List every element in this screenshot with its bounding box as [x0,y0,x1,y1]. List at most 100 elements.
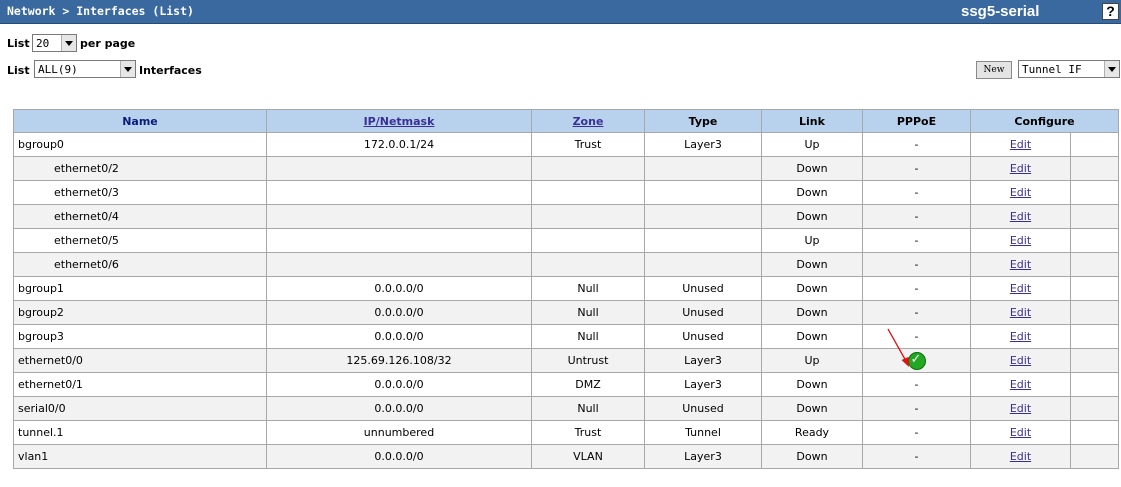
ip-netmask-cell: 0.0.0.0/0 [266,324,532,349]
interface-filter-select[interactable]: ALL(9) [34,60,136,78]
configure-cell: Edit [970,444,1071,469]
configure-cell: Edit [970,132,1071,157]
ip-netmask-cell: unnumbered [266,420,532,445]
ip-netmask-cell: 0.0.0.0/0 [266,396,532,421]
pppoe-cell: - [862,420,971,445]
help-icon[interactable]: ? [1102,3,1119,20]
link-status-cell: Down [761,276,863,301]
type-cell [644,228,762,253]
list-label: List [7,37,30,50]
table-row: ethernet0/1 0.0.0.0/0 DMZ Layer3 Down - Edit [13,372,1119,397]
configure-cell: Edit [970,372,1071,397]
zone-cell: Null [531,324,645,349]
zone-cell: Trust [531,420,645,445]
link-status-cell: Down [761,444,863,469]
edit-link[interactable]: Edit [1010,234,1031,247]
extra-cell [1070,276,1119,301]
pppoe-cell: - [862,396,971,421]
zone-cell: Null [531,276,645,301]
table-row: ethernet0/6 Down - Edit [13,252,1119,277]
table-row: bgroup1 0.0.0.0/0 Null Unused Down - Edit [13,276,1119,301]
zone-cell: Null [531,396,645,421]
edit-link[interactable]: Edit [1010,258,1031,271]
per-page-label: per page [80,37,136,50]
sort-zone-link[interactable]: Zone [573,115,604,128]
interface-name-cell: ethernet0/2 [13,156,267,181]
extra-cell [1070,228,1119,253]
ip-netmask-cell: 0.0.0.0/0 [266,300,532,325]
link-status-cell: Up [761,132,863,157]
chevron-down-icon[interactable] [61,35,76,51]
table-row: ethernet0/0 125.69.126.108/32 Untrust Layer… [13,348,1119,373]
edit-link[interactable]: Edit [1010,354,1031,367]
interface-name-cell: ethernet0/6 [13,252,267,277]
pppoe-cell: - [862,252,971,277]
interface-filter-value: ALL(9) [38,63,78,76]
column-header-zone[interactable]: Zone [531,109,645,133]
type-cell [644,204,762,229]
red-arrow-icon [887,328,909,367]
edit-link[interactable]: Edit [1010,426,1031,439]
configure-cell: Edit [970,180,1071,205]
type-cell: Layer3 [644,444,762,469]
extra-cell [1070,348,1119,373]
column-header-configure: Configure [970,109,1119,133]
edit-link[interactable]: Edit [1010,450,1031,463]
edit-link[interactable]: Edit [1010,402,1031,415]
table-row: serial0/0 0.0.0.0/0 Null Unused Down - Edit [13,396,1119,421]
interface-type-select[interactable]: Tunnel IF [1018,60,1120,78]
ip-netmask-cell [266,180,532,205]
edit-link[interactable]: Edit [1010,282,1031,295]
configure-cell: Edit [970,252,1071,277]
table-row: ethernet0/5 Up - Edit [13,228,1119,253]
edit-link[interactable]: Edit [1010,306,1031,319]
edit-link[interactable]: Edit [1010,138,1031,151]
link-status-cell: Up [761,348,863,373]
column-header-ip-netmask[interactable]: IP/Netmask [266,109,532,133]
column-header-link: Link [761,109,863,133]
breadcrumb: Network > Interfaces (List) [7,4,194,18]
sort-ip-netmask-link[interactable]: IP/Netmask [364,115,435,128]
chevron-down-icon[interactable] [1104,61,1119,77]
interface-name-cell: ethernet0/3 [13,180,267,205]
ip-netmask-cell [266,204,532,229]
zone-cell [531,180,645,205]
configure-cell: Edit [970,276,1071,301]
zone-cell: VLAN [531,444,645,469]
chevron-down-icon[interactable] [120,61,135,77]
pppoe-cell: - [862,228,971,253]
ip-netmask-cell: 0.0.0.0/0 [266,276,532,301]
interface-name-cell: bgroup2 [13,300,267,325]
type-cell: Unused [644,324,762,349]
zone-cell [531,156,645,181]
extra-cell [1070,444,1119,469]
interfaces-table: Name IP/Netmask Zone Type Link PPPoE Con… [13,109,1119,469]
table-row: ethernet0/3 Down - Edit [13,180,1119,205]
new-button[interactable]: New [976,61,1012,79]
link-status-cell: Down [761,300,863,325]
type-cell: Unused [644,396,762,421]
per-page-select[interactable]: 20 [32,34,77,52]
type-cell: Unused [644,300,762,325]
edit-link[interactable]: Edit [1010,378,1031,391]
interface-name-cell: bgroup3 [13,324,267,349]
interface-name-cell: tunnel.1 [13,420,267,445]
table-row: bgroup2 0.0.0.0/0 Null Unused Down - Edit [13,300,1119,325]
configure-cell: Edit [970,228,1071,253]
edit-link[interactable]: Edit [1010,330,1031,343]
edit-link[interactable]: Edit [1010,210,1031,223]
ip-netmask-cell: 172.0.0.1/24 [266,132,532,157]
interface-name-cell: ethernet0/1 [13,372,267,397]
table-header-row: Name IP/Netmask Zone Type Link PPPoE Con… [13,109,1119,133]
interface-name-cell: bgroup0 [13,132,267,157]
type-cell: Unused [644,276,762,301]
pppoe-cell: - [862,276,971,301]
pppoe-cell: - [862,132,971,157]
pppoe-cell: - [862,372,971,397]
zone-cell: Trust [531,132,645,157]
pppoe-cell: - [862,204,971,229]
zone-cell: Null [531,300,645,325]
edit-link[interactable]: Edit [1010,186,1031,199]
edit-link[interactable]: Edit [1010,162,1031,175]
top-bar: Network > Interfaces (List) ssg5-serial … [0,0,1121,24]
